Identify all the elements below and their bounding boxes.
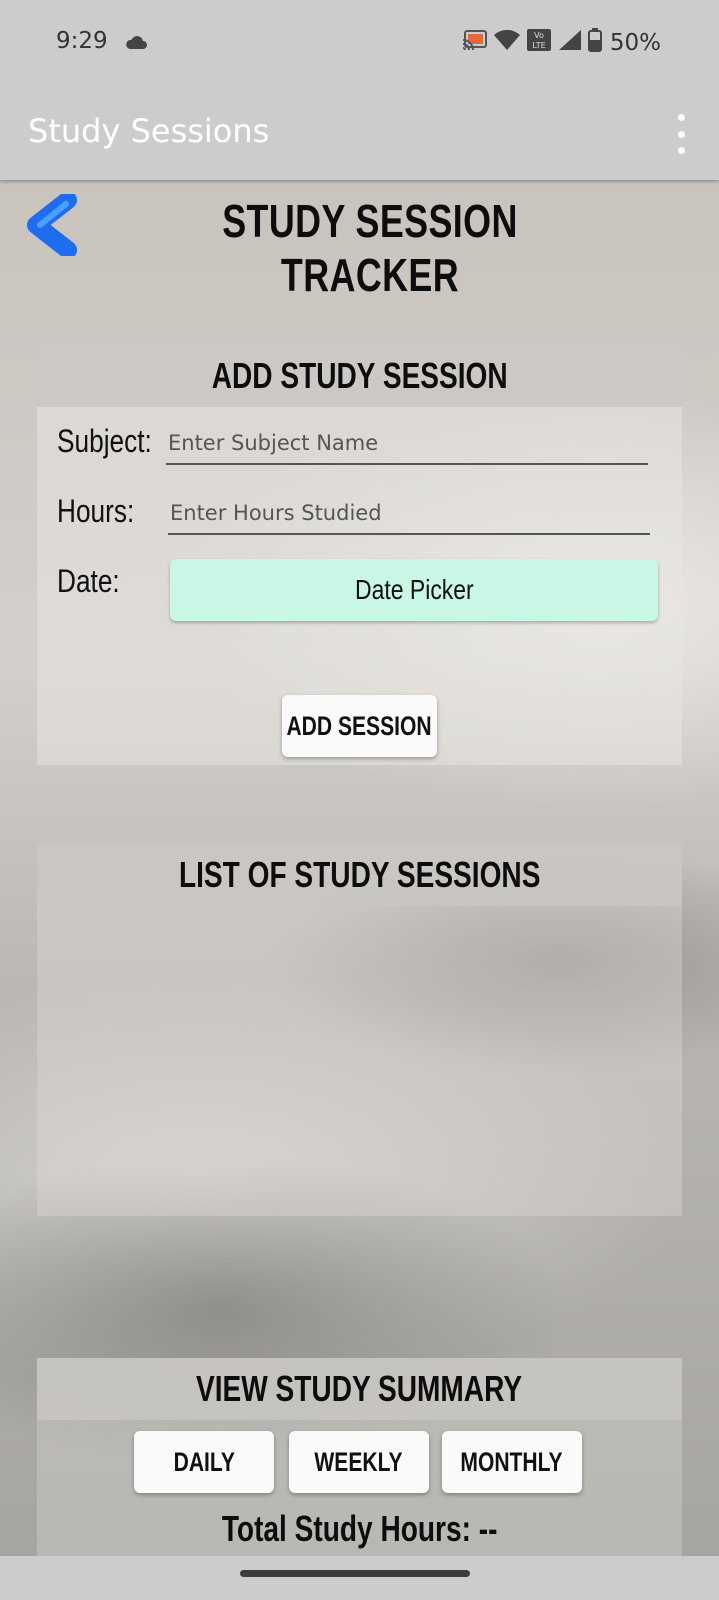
add-session-button-label: ADD SESSION	[286, 710, 433, 741]
date-picker-button[interactable]: Date Picker	[170, 559, 658, 621]
weekly-button-label: WEEKLY	[314, 1446, 404, 1477]
total-study-hours: Total Study Hours: --	[37, 1508, 682, 1550]
add-session-card: ADD STUDY SESSION Subject: Hours: Date: …	[37, 345, 682, 765]
status-time: 9:29	[56, 28, 108, 54]
back-chevron-icon[interactable]	[22, 191, 82, 259]
daily-button-label: DAILY	[173, 1446, 235, 1477]
wifi-icon	[493, 29, 520, 56]
add-session-header-text: ADD STUDY SESSION	[211, 355, 508, 396]
add-session-button[interactable]: ADD SESSION	[282, 695, 437, 757]
svg-text:Vo: Vo	[534, 31, 544, 40]
sessions-list[interactable]	[37, 906, 682, 1216]
date-label: Date:	[57, 563, 120, 599]
app-title: Study Sessions	[28, 112, 270, 150]
subject-label: Subject:	[57, 423, 152, 459]
sessions-list-header-text: LIST OF STUDY SESSIONS	[178, 854, 541, 895]
home-indicator[interactable]	[240, 1570, 470, 1577]
monthly-button-label: MONTHLY	[460, 1446, 564, 1477]
page-title: STUDY SESSION TRACKER	[222, 195, 518, 301]
sessions-list-card: LIST OF STUDY SESSIONS	[37, 844, 682, 1216]
app-bar: Study Sessions	[0, 88, 719, 180]
hours-label: Hours:	[57, 493, 135, 529]
add-session-header: ADD STUDY SESSION	[37, 345, 682, 407]
signal-icon	[558, 29, 582, 56]
summary-header: VIEW STUDY SUMMARY	[37, 1358, 682, 1420]
status-bar: 9:29 Vo LTE 50%	[0, 0, 719, 88]
battery-icon	[587, 28, 602, 57]
summary-card: VIEW STUDY SUMMARY DAILY WEEKLY MONTHLY …	[37, 1358, 682, 1556]
battery-percentage: 50%	[609, 29, 661, 56]
total-study-hours-text: Total Study Hours: --	[221, 1508, 498, 1549]
daily-button[interactable]: DAILY	[134, 1431, 274, 1493]
cloud-icon	[124, 34, 148, 55]
hours-input[interactable]	[168, 493, 650, 535]
subject-input[interactable]	[166, 423, 648, 465]
svg-text:LTE: LTE	[532, 41, 545, 50]
volte-icon: Vo LTE	[526, 28, 552, 57]
date-picker-label: Date Picker	[354, 574, 474, 605]
overflow-menu-icon[interactable]	[671, 114, 691, 154]
main-content: STUDY SESSION TRACKER ADD STUDY SESSION …	[0, 180, 719, 1556]
navigation-bar	[0, 1556, 719, 1600]
cast-icon	[462, 29, 488, 56]
monthly-button[interactable]: MONTHLY	[442, 1431, 582, 1493]
summary-header-text: VIEW STUDY SUMMARY	[196, 1368, 523, 1409]
status-icons: Vo LTE 50%	[462, 28, 661, 57]
weekly-button[interactable]: WEEKLY	[289, 1431, 429, 1493]
sessions-list-header: LIST OF STUDY SESSIONS	[37, 844, 682, 906]
